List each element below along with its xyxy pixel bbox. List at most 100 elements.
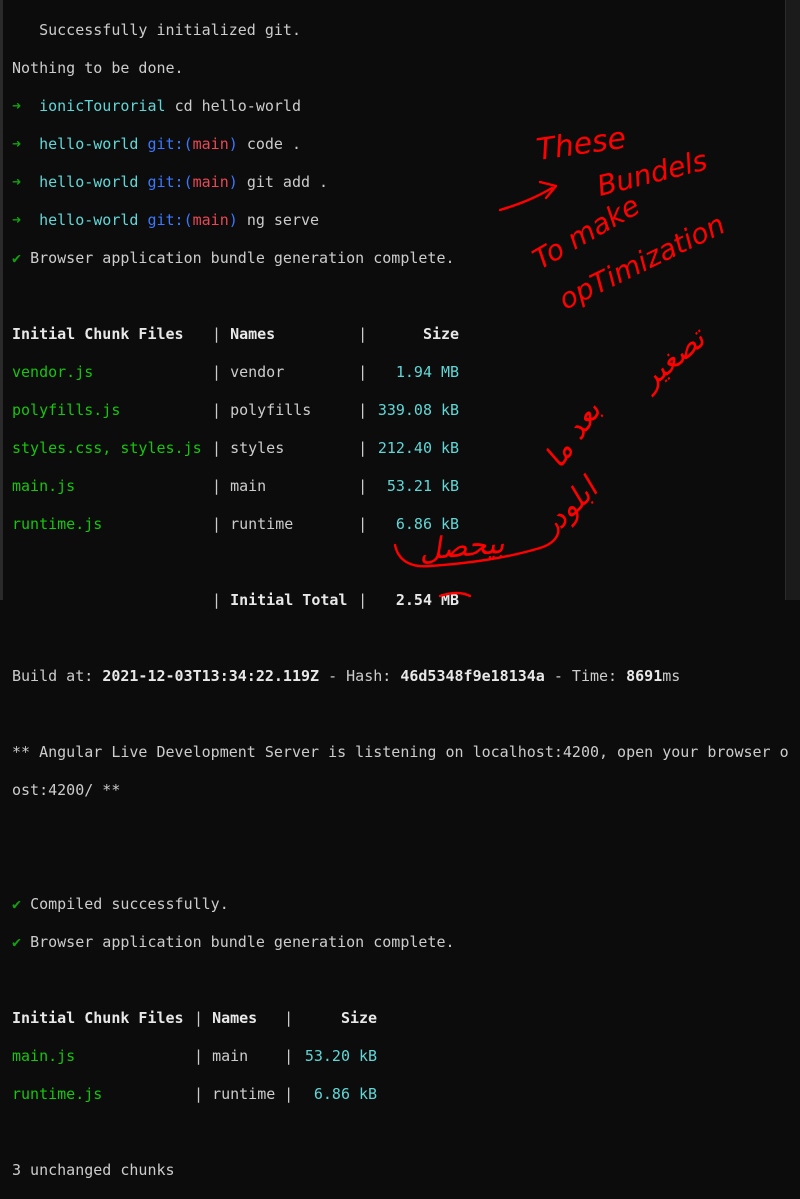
- server-line-2: ost:4200/ **: [12, 781, 121, 799]
- separator: |: [194, 1085, 204, 1103]
- prompt-directory: ionicTourorial: [39, 97, 166, 115]
- prompt-line: ➜ ionicTourorial cd hello-world: [12, 97, 800, 116]
- header-names: Names: [212, 1009, 258, 1027]
- prompt-arrow-icon: ➜: [12, 173, 22, 191]
- separator: |: [284, 1085, 294, 1103]
- table-row: polyfills.js | polyfills | 339.08 kB: [12, 401, 800, 420]
- separator: |: [212, 477, 222, 495]
- separator: |: [212, 515, 222, 533]
- chunk-name: main: [212, 1047, 249, 1065]
- build-date: 2021-12-03T13:34:22.119Z: [102, 667, 320, 685]
- build-hash: 46d5348f9e18134a: [400, 667, 545, 685]
- git-close-paren: ): [228, 135, 238, 153]
- chunk-file: main.js: [12, 1047, 76, 1065]
- chunk-size: 1.94 MB: [395, 363, 460, 381]
- chunk-name: runtime: [230, 515, 294, 533]
- git-branch: main: [192, 211, 229, 229]
- chunk-file: polyfills.js: [12, 401, 121, 419]
- separator: |: [358, 591, 368, 609]
- git-label: git:(: [147, 135, 193, 153]
- init-message: Successfully initialized git.: [12, 21, 301, 39]
- initial-total-value: 2.54 MB: [395, 591, 460, 609]
- prompt-directory: hello-world: [39, 173, 139, 191]
- table-row: runtime.js | runtime | 6.86 kB: [12, 515, 800, 534]
- chunk-size: 339.08 kB: [377, 401, 460, 419]
- prompt-directory: hello-world: [39, 211, 139, 229]
- check-icon: ✔: [12, 895, 22, 913]
- separator: |: [358, 401, 368, 419]
- git-close-paren: ): [228, 173, 238, 191]
- table-row: vendor.js | vendor | 1.94 MB: [12, 363, 800, 382]
- initial-total-label: Initial Total: [230, 591, 348, 609]
- separator: |: [212, 591, 222, 609]
- unchanged-chunks: 3 unchanged chunks: [12, 1161, 175, 1179]
- chunk-size: 6.86 kB: [395, 515, 460, 533]
- chunk-size: 6.86 kB: [313, 1085, 378, 1103]
- git-label: git:(: [147, 211, 193, 229]
- separator: |: [358, 439, 368, 457]
- git-close-paren: ): [228, 211, 238, 229]
- build-time: 8691: [626, 667, 663, 685]
- bundle-complete-line: ✔ Browser application bundle generation …: [12, 249, 800, 268]
- chunk-size: 212.40 kB: [377, 439, 460, 457]
- chunk-name: polyfills: [230, 401, 312, 419]
- bundle-message: Browser application bundle generation co…: [30, 249, 455, 267]
- chunk-file: main.js: [12, 477, 76, 495]
- table-row: main.js | main | 53.20 kB: [12, 1047, 800, 1066]
- initial-total-row: | Initial Total | 2.54 MB: [12, 591, 800, 610]
- chunk-file: runtime.js: [12, 515, 103, 533]
- table-row: runtime.js | runtime | 6.86 kB: [12, 1085, 800, 1104]
- check-icon: ✔: [12, 249, 22, 267]
- separator: |: [194, 1009, 204, 1027]
- separator: |: [194, 1047, 204, 1065]
- check-icon: ✔: [12, 933, 22, 951]
- table-row: styles.css, styles.js | styles | 212.40 kB: [12, 439, 800, 458]
- separator: |: [212, 401, 222, 419]
- table-row: main.js | main | 53.21 kB: [12, 477, 800, 496]
- chunk-size: 53.21 kB: [386, 477, 460, 495]
- separator: |: [284, 1047, 294, 1065]
- time-label: - Time:: [544, 667, 627, 685]
- prompt-line: ➜ hello-world git:(main) ng serve: [12, 211, 800, 230]
- header-files: Initial Chunk Files: [12, 1009, 184, 1027]
- separator: |: [358, 477, 368, 495]
- chunk-table-header: Initial Chunk Files | Names | Size: [12, 325, 800, 344]
- chunk-name: vendor: [230, 363, 285, 381]
- header-size: Size: [422, 325, 460, 343]
- server-line-1: ** Angular Live Development Server is li…: [12, 743, 789, 761]
- header-files: Initial Chunk Files: [12, 325, 184, 343]
- git-label: git:(: [147, 173, 193, 191]
- build-info: Build at: 2021-12-03T13:34:22.119Z - Has…: [12, 667, 800, 686]
- bundle-message: Browser application bundle generation co…: [30, 933, 455, 951]
- bundle-complete-line: ✔ Browser application bundle generation …: [12, 933, 800, 952]
- compiled-line: ✔ Compiled successfully.: [12, 895, 800, 914]
- separator: |: [212, 325, 222, 343]
- prompt-arrow-icon: ➜: [12, 97, 22, 115]
- terminal-output[interactable]: Successfully initialized git. Nothing to…: [12, 2, 800, 1199]
- compiled-message: Compiled successfully.: [30, 895, 229, 913]
- chunk-table-header: Initial Chunk Files | Names | Size: [12, 1009, 800, 1028]
- prompt-arrow-icon: ➜: [12, 211, 22, 229]
- git-branch: main: [192, 173, 229, 191]
- separator: |: [358, 515, 368, 533]
- chunk-size: 53.20 kB: [304, 1047, 378, 1065]
- chunk-name: styles: [230, 439, 285, 457]
- separator: |: [212, 439, 222, 457]
- chunk-name: runtime: [212, 1085, 276, 1103]
- prompt-line: ➜ hello-world git:(main) git add .: [12, 173, 800, 192]
- prompt-directory: hello-world: [39, 135, 139, 153]
- hash-label: - Hash:: [319, 667, 401, 685]
- header-names: Names: [230, 325, 276, 343]
- separator: |: [212, 363, 222, 381]
- prompt-line: ➜ hello-world git:(main) code .: [12, 135, 800, 154]
- prompt-command: code .: [246, 135, 301, 153]
- prompt-command: git add .: [246, 173, 329, 191]
